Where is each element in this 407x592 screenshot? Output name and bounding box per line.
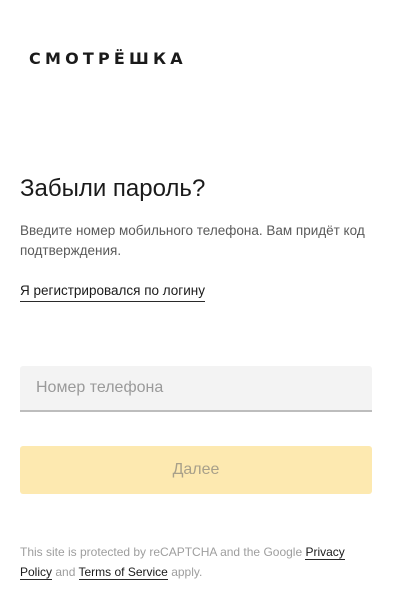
recaptcha-text-and: and bbox=[52, 565, 79, 579]
phone-field[interactable] bbox=[20, 366, 372, 412]
recaptcha-text-before: This site is protected by reCAPTCHA and … bbox=[20, 545, 306, 559]
page-title: Забыли пароль? bbox=[20, 175, 206, 202]
terms-of-service-link[interactable]: Terms of Service bbox=[78, 565, 168, 580]
recaptcha-notice: This site is protected by reCAPTCHA and … bbox=[20, 542, 365, 582]
next-button[interactable]: Далее bbox=[20, 446, 372, 494]
recaptcha-text-after: apply. bbox=[167, 565, 203, 579]
login-registration-link[interactable]: Я регистрировался по логину bbox=[20, 282, 205, 302]
phone-input[interactable] bbox=[20, 366, 372, 410]
instructions-text: Введите номер мобильного телефона. Вам п… bbox=[20, 223, 365, 258]
brand-logo: СМОТРЁШКА bbox=[29, 49, 187, 68]
